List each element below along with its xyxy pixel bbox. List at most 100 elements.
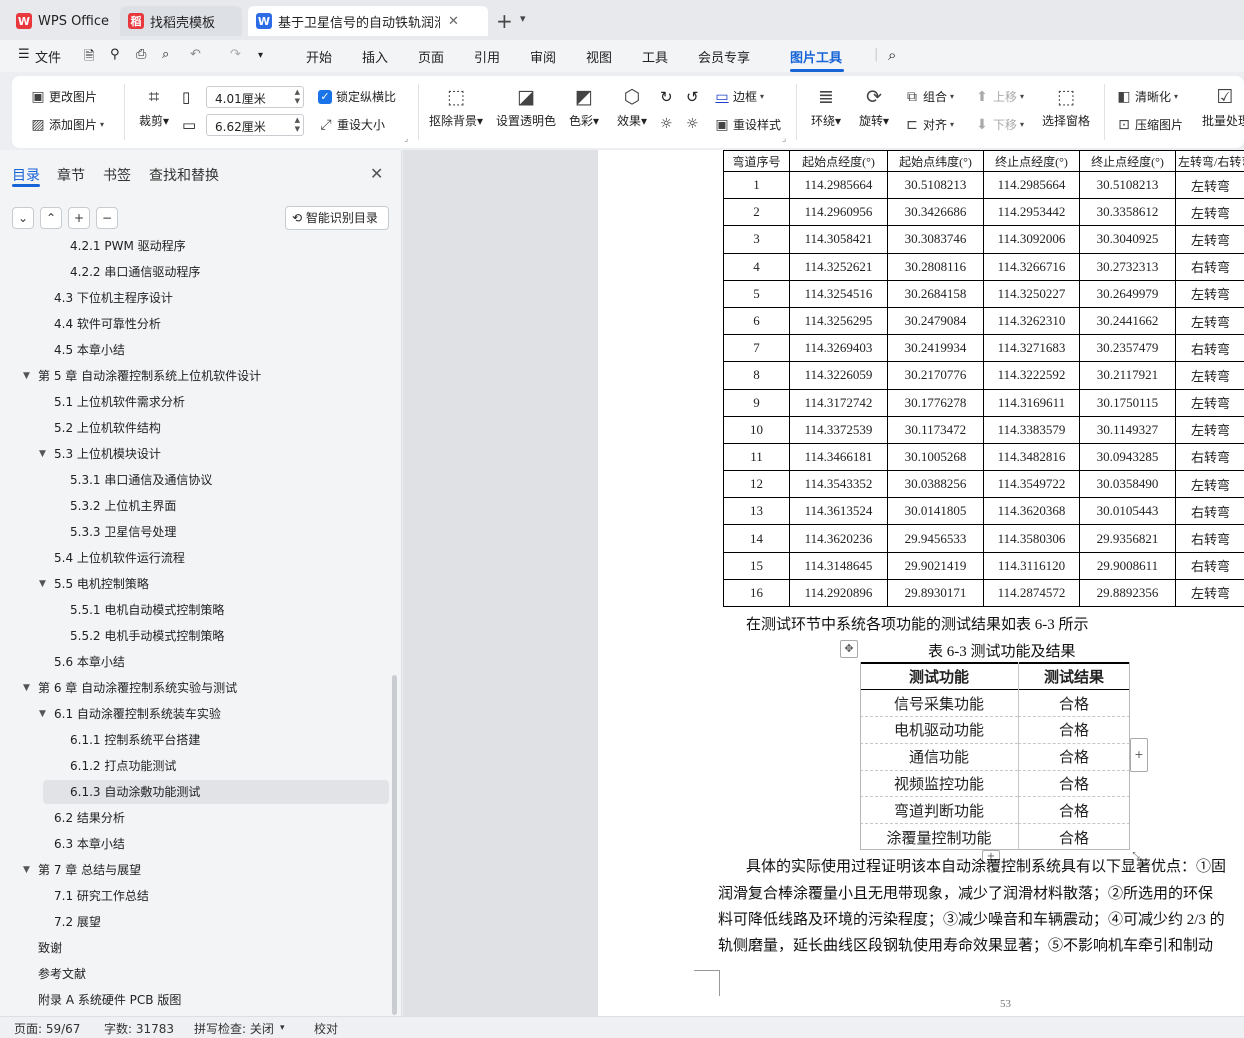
remove-background-button[interactable]: ⬚ 抠除背景▾ [426,86,486,129]
hamburger-icon[interactable]: ☰ [18,47,30,62]
menu-insert[interactable]: 插入 [362,47,388,66]
reset-size-button[interactable]: ⤢ 重设大小 [318,116,385,133]
expand-up-button[interactable]: ⌃ [40,207,62,229]
table-cell: 114.3254516 [789,279,888,308]
brightness-down-icon[interactable]: ☼ [686,116,699,132]
batch-icon: ☑ [1216,86,1234,108]
crop-button[interactable]: ⌗ 裁剪▾ [124,86,184,129]
rotate-right-icon[interactable]: ↺ [686,88,699,106]
column-header: 起始点经度(°) [789,150,888,172]
group-button[interactable]: ⧉ 组合 ▾ [904,88,954,105]
menu-picture-tools[interactable]: 图片工具 [790,47,842,66]
menu-file[interactable]: 文件 [35,47,61,66]
rotate-button[interactable]: ⟳ 旋转▾ [848,86,900,129]
wrap-button[interactable]: ≣ 环绕▾ [800,86,852,129]
spinner-arrows[interactable]: ▲ ▼ [295,88,300,106]
spinner-arrows[interactable]: ▲ ▼ [295,116,300,134]
proofread-button[interactable]: 校对 [314,1020,338,1037]
table-row: 12 114.3543352 30.0388256 114.3549722 30.035… [723,470,1244,499]
sharpen-button[interactable]: ◧ 清晰化 ▾ [1116,88,1178,105]
tab-document[interactable]: W 基于卫星信号的自动铁轨润滑 ✕ [248,6,488,36]
undo-icon[interactable]: ↶ [190,47,201,62]
expand-caret-icon[interactable]: ▼ [39,702,46,726]
chevron-down-icon[interactable]: ▾ [520,12,526,25]
remove-heading-button[interactable]: − [96,207,118,229]
lock-ratio-checkbox[interactable]: ✓ 锁定纵横比 [318,88,396,105]
save-icon[interactable]: 🗎 [84,47,94,69]
share-icon[interactable]: ⚲ [110,47,120,62]
redo-icon[interactable]: ↷ [230,47,241,62]
chevron-down-icon[interactable]: ▾ [258,50,263,61]
toc-item[interactable]: 6.1.3 自动涂敷功能测试 [43,780,389,804]
nav-tab-chapters[interactable]: 章节 [57,165,85,185]
spell-check-toggle[interactable]: 拼写检查: 关闭 [194,1020,274,1037]
nav-tab-bookmarks[interactable]: 书签 [103,165,131,185]
close-icon[interactable]: ✕ [370,164,383,183]
menu-reference[interactable]: 引用 [474,47,500,66]
nav-tab-toc[interactable]: 目录 [12,165,40,185]
add-picture-button[interactable]: ▨ 添加图片 ▾ [30,116,104,133]
menu-page[interactable]: 页面 [418,47,444,66]
table-cell: 右转弯 [1175,442,1244,472]
add-heading-button[interactable]: + [68,207,90,229]
effects-button[interactable]: ⬡ 效果▾ [610,86,654,129]
expand-dialog-icon[interactable]: ⌟ [404,134,408,144]
table-cell: 左转弯 [1175,279,1244,308]
search-icon[interactable]: ⌕ [888,46,896,64]
width-input[interactable]: 4.01厘米 ▲ ▼ [206,86,304,108]
move-up-button[interactable]: ⬆ 上移 ▾ [974,88,1024,105]
smart-toc-button[interactable]: ⟲ 智能识别目录 [285,206,389,230]
toc-item-label: 参考文献 [38,967,87,981]
collapse-all-button[interactable]: ⌄ [12,207,34,229]
menu-view[interactable]: 视图 [586,47,612,66]
reset-style-button[interactable]: ▣ 重设样式 [714,116,781,133]
column-header: 终止点经度(°) [1079,150,1176,172]
tab-wps-office[interactable]: W WPS Office [8,6,114,36]
page-indicator[interactable]: 页面: 59/67 [14,1020,80,1037]
table-cell: 114.3266716 [983,252,1080,281]
expand-dialog-icon[interactable]: ⌟ [782,134,786,144]
expand-caret-icon[interactable]: ▼ [23,676,30,700]
tab-label: WPS Office [38,13,110,29]
menu-review[interactable]: 审阅 [530,47,556,66]
move-down-button[interactable]: ⬇ 下移 ▾ [974,116,1024,133]
menu-home[interactable]: 开始 [306,47,332,66]
tab-template[interactable]: 稻 找稻壳模板 [120,6,242,36]
expand-caret-icon[interactable]: ▼ [39,572,46,596]
add-column-icon[interactable]: + [1130,738,1148,772]
close-tab-icon[interactable]: ✕ [448,14,459,29]
print-preview-icon[interactable]: ⌕ [162,47,169,62]
intro-paragraph: 在测试环节中系统各项功能的测试结果如表 6-3 所示 [746,617,1089,633]
expand-caret-icon[interactable]: ▼ [23,858,30,882]
active-tab-indicator [12,184,40,187]
compress-button[interactable]: ⊡ 压缩图片 [1116,116,1183,133]
batch-process-button[interactable]: ☑ 批量处理 [1202,86,1244,129]
selection-pane-button[interactable]: ⬚ 选择窗格 [1036,86,1096,129]
table-caption: 表 6-3 测试功能及结果 [928,644,1076,660]
new-tab-icon[interactable]: + [496,9,513,33]
nav-tab-find-replace[interactable]: 查找和替换 [149,165,219,185]
color-button[interactable]: ◩ 色彩▾ [562,86,606,129]
toc-scrollbar[interactable] [392,675,397,1015]
menu-tools[interactable]: 工具 [642,47,668,66]
word-count[interactable]: 字数: 31783 [104,1020,174,1037]
expand-caret-icon[interactable]: ▼ [23,364,30,388]
expand-caret-icon[interactable]: ▼ [39,442,46,466]
print-icon[interactable]: ⎙ [136,47,146,62]
menu-member[interactable]: 会员专享 [698,47,750,66]
table-move-handle-icon[interactable]: ✥ [840,640,858,658]
rotate-left-icon[interactable]: ↻ [660,88,673,106]
toc-item-label: 6.2 结果分析 [54,811,125,825]
toc-item-label: 5.3.1 串口通信及通信协议 [70,473,213,487]
height-input[interactable]: 6.62厘米 ▲ ▼ [206,114,304,136]
change-picture-button[interactable]: ▣ 更改图片 [30,88,97,105]
checkbox-checked-icon: ✓ [318,89,332,104]
align-button[interactable]: ⊏ 对齐 ▾ [904,116,954,133]
table-cell: 左转弯 [1175,470,1244,499]
chevron-down-icon[interactable]: ▾ [280,1023,285,1033]
border-button[interactable]: ▭ 边框 ▾ [714,88,764,105]
wrap-label: 环绕 [810,114,835,128]
paragraph-line: 润滑复合棒涂覆量小且无甩带现象，减少了润滑材料散落；②所选用的环保 [718,886,1214,902]
set-transparent-button[interactable]: ◪ 设置透明色 [496,86,556,129]
brightness-up-icon[interactable]: ☼ [660,116,673,132]
